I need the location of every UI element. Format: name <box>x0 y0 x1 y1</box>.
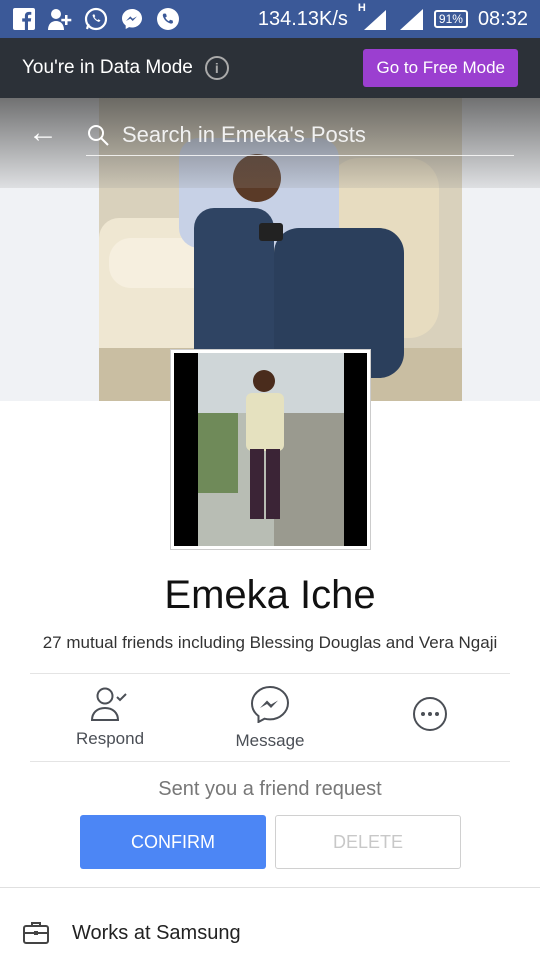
work-text: Works at Samsung <box>72 921 241 944</box>
mutual-friends-text[interactable]: 27 mutual friends including Blessing Dou… <box>0 633 540 653</box>
profile-photo <box>174 353 367 546</box>
go-to-free-mode-button[interactable]: Go to Free Mode <box>363 49 518 87</box>
info-icon[interactable]: i <box>204 56 229 80</box>
respond-icon <box>90 687 130 721</box>
back-arrow-icon[interactable]: ← <box>28 118 58 148</box>
profile-name: Emeka Iche <box>164 573 376 617</box>
action-row: Respond Message <box>30 676 510 760</box>
work-info-row[interactable]: Works at Samsung <box>0 910 540 956</box>
add-friend-icon <box>48 7 72 31</box>
whatsapp-icon <box>84 7 108 31</box>
phone-icon <box>156 7 180 31</box>
more-icon <box>412 696 448 732</box>
notification-icons <box>12 7 180 31</box>
profile-picture[interactable] <box>170 349 371 550</box>
facebook-icon <box>12 7 36 31</box>
message-label: Message <box>235 731 305 750</box>
network-speed: 134.13K/s <box>257 7 348 30</box>
search-input[interactable]: Search in Emeka's Posts <box>122 122 366 148</box>
section-divider <box>0 887 540 888</box>
data-mode-text: You're in Data Mode <box>22 57 193 78</box>
messenger-icon <box>120 7 144 31</box>
signal-icon <box>398 8 424 30</box>
confirm-button[interactable]: CONFIRM <box>80 815 266 869</box>
battery-icon: 91% <box>433 10 468 28</box>
divider <box>30 673 510 674</box>
signal-h-icon: H <box>358 2 388 30</box>
respond-button[interactable]: Respond <box>30 676 190 760</box>
system-status: 134.13K/s H 91% 08:32 <box>257 2 528 31</box>
search-icon <box>86 123 110 147</box>
screen: 134.13K/s H 91% 08:32 You're in Data Mod… <box>0 0 540 960</box>
respond-label: Respond <box>75 729 145 748</box>
status-bar: 134.13K/s H 91% 08:32 <box>0 0 540 38</box>
message-button[interactable]: Message <box>190 676 350 760</box>
more-button[interactable] <box>350 676 510 760</box>
clock: 08:32 <box>477 7 528 30</box>
messenger-icon <box>250 685 290 724</box>
briefcase-icon <box>22 920 50 946</box>
data-mode-banner: You're in Data Mode i Go to Free Mode <box>0 38 540 98</box>
delete-button[interactable]: DELETE <box>275 815 461 869</box>
search-bar[interactable]: Search in Emeka's Posts <box>86 114 514 156</box>
divider <box>30 761 510 762</box>
friend-request-text: Sent you a friend request <box>158 778 382 800</box>
